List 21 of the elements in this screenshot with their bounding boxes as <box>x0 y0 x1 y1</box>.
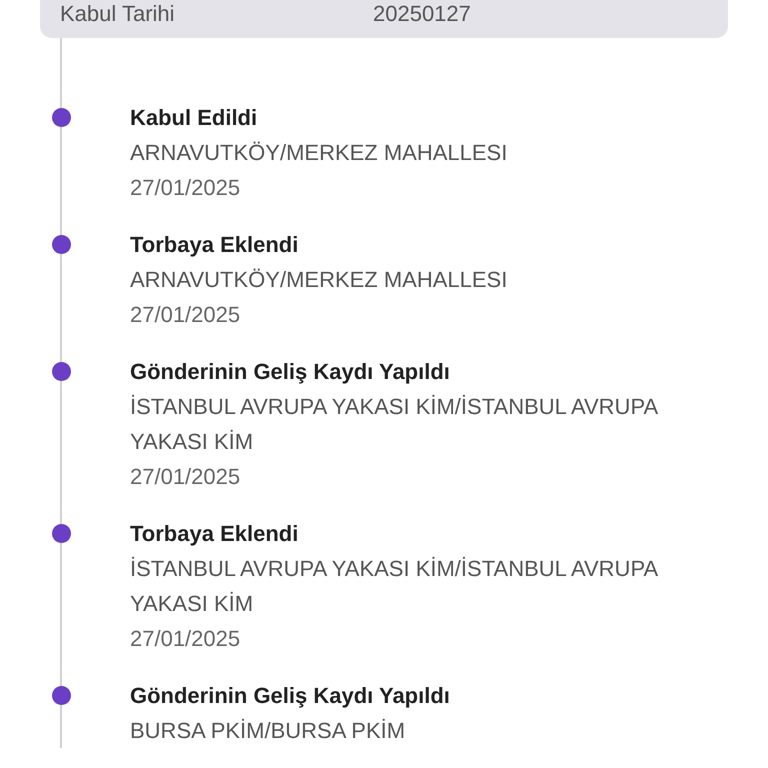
timeline-dot <box>52 524 71 543</box>
timeline-dot <box>52 108 71 127</box>
event-location: İSTANBUL AVRUPA YAKASI KİM/İSTANBUL AVRUPA YAKASI KİM <box>130 555 659 618</box>
info-label: Kabul Tarihi <box>60 0 176 28</box>
event-date: 27/01/2025 <box>130 625 242 653</box>
timeline-dot <box>52 235 71 254</box>
timeline-dot <box>52 362 71 381</box>
info-value: 20250127 <box>373 0 471 28</box>
event-title: Gönderinin Geliş Kaydı Yapıldı <box>130 682 451 710</box>
event-date: 27/01/2025 <box>130 463 242 491</box>
event-location: ARNAVUTKÖY/MERKEZ MAHALLESI <box>130 266 508 294</box>
event-date: 27/01/2025 <box>130 174 242 202</box>
timeline-dot <box>52 686 71 705</box>
event-date: 27/01/2025 <box>130 301 242 329</box>
event-title: Torbaya Eklendi <box>130 520 300 548</box>
event-location: BURSA PKİM/BURSA PKİM <box>130 717 406 745</box>
event-location: ARNAVUTKÖY/MERKEZ MAHALLESI <box>130 139 508 167</box>
event-title: Gönderinin Geliş Kaydı Yapıldı <box>130 358 451 386</box>
event-location: İSTANBUL AVRUPA YAKASI KİM/İSTANBUL AVRUPA YAKASI KİM <box>130 393 659 456</box>
event-title: Torbaya Eklendi <box>130 231 300 259</box>
event-title: Kabul Edildi <box>130 104 258 132</box>
